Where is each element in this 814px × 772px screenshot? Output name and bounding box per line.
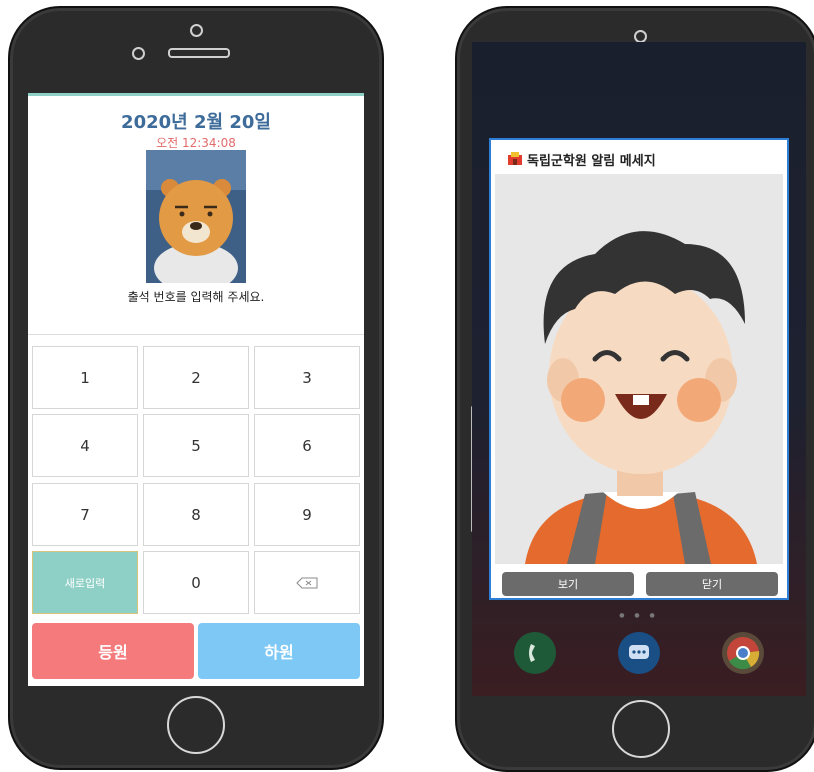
speaker: [168, 48, 230, 58]
checkout-label: 하원: [264, 643, 294, 662]
key-label: 9: [302, 505, 312, 524]
key-label: 1: [80, 368, 90, 387]
front-camera: [190, 24, 203, 37]
date-label: 2020년 2월 20일: [121, 112, 271, 133]
checkout-button[interactable]: 하원: [198, 623, 360, 679]
key-1[interactable]: 1: [32, 346, 138, 409]
dialog-title: 독립군학원 알림 메세지: [527, 154, 656, 169]
view-label: 보기: [557, 578, 579, 591]
checkin-label: 등원: [98, 643, 128, 662]
key-label: 7: [80, 505, 90, 524]
close-label: 닫기: [701, 578, 723, 591]
key-label: 6: [302, 436, 312, 455]
key-label: 0: [191, 573, 201, 592]
attendance-screen: 2020년 2월 20일 오전 12:34:08 출석 번호를 입력해 주세요.…: [28, 93, 364, 686]
key-label: 8: [191, 505, 201, 524]
page-indicator: ● ● ●: [619, 612, 659, 619]
key-4[interactable]: 4: [32, 414, 138, 477]
key-9[interactable]: 9: [254, 483, 360, 546]
sensor: [132, 47, 145, 60]
home-button[interactable]: [612, 700, 670, 758]
reset-label: 새로입력: [64, 576, 106, 590]
key-0[interactable]: 0: [143, 551, 249, 614]
key-label: 2: [191, 368, 201, 387]
key-7[interactable]: 7: [32, 483, 138, 546]
key-6[interactable]: 6: [254, 414, 360, 477]
divider: [28, 334, 364, 335]
student-photo: [146, 150, 246, 283]
view-button[interactable]: 보기: [502, 572, 634, 596]
key-label: 3: [302, 368, 312, 387]
backspace-icon: [296, 577, 318, 588]
phone-icon[interactable]: [514, 632, 556, 674]
backspace-button[interactable]: [254, 551, 360, 614]
close-button[interactable]: 닫기: [646, 572, 778, 596]
academy-logo-icon: [508, 152, 522, 165]
notification-dialog: 독립군학원 알림 메세지 보기 닫기: [489, 138, 789, 600]
instruction-text: 출석 번호를 입력해 주세요.: [127, 290, 265, 304]
time-label: 오전 12:34:08: [156, 136, 236, 150]
key-label: 5: [191, 436, 201, 455]
messages-icon[interactable]: [618, 632, 660, 674]
key-3[interactable]: 3: [254, 346, 360, 409]
home-button[interactable]: [167, 696, 225, 754]
key-2[interactable]: 2: [143, 346, 249, 409]
checkin-button[interactable]: 등원: [32, 623, 194, 679]
key-5[interactable]: 5: [143, 414, 249, 477]
chrome-icon[interactable]: [722, 632, 764, 674]
home-screen: ● ● ● 독립군학원 알림 메세지 보기 닫기: [472, 42, 806, 696]
key-label: 4: [80, 436, 90, 455]
key-8[interactable]: 8: [143, 483, 249, 546]
reset-input-button[interactable]: 새로입력: [32, 551, 138, 614]
cartoon-boy-image: [495, 174, 783, 564]
